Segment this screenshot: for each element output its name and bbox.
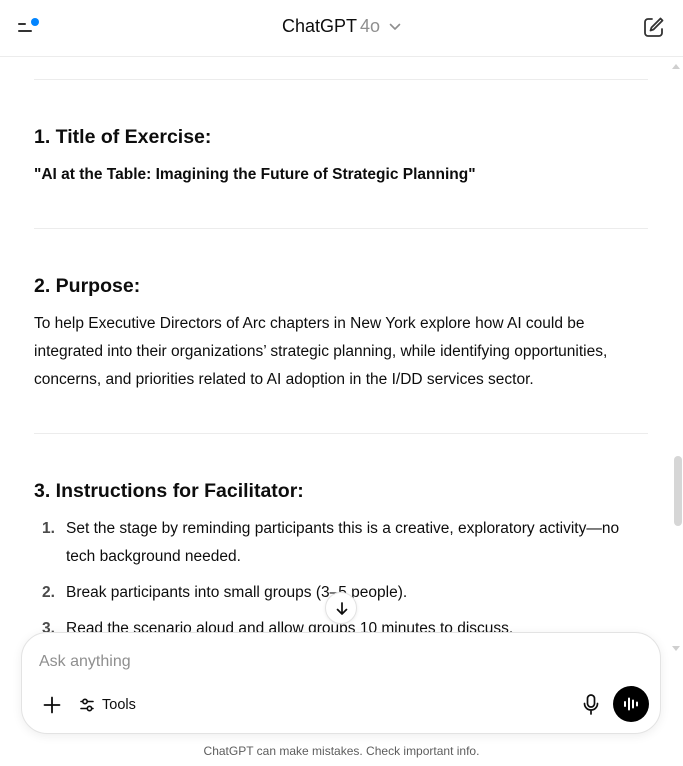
list-item-text: tech background needed. — [66, 548, 241, 565]
voice-mode-icon — [624, 697, 638, 711]
voice-mode-button[interactable] — [613, 686, 649, 722]
section-heading-title: 1. Title of Exercise: — [34, 126, 212, 148]
section-heading-purpose: 2. Purpose: — [34, 275, 141, 297]
composer: Tools — [21, 632, 661, 734]
purpose-line: integrated into their organizations’ str… — [34, 343, 608, 360]
chevron-down-icon — [389, 15, 401, 36]
tools-icon — [80, 698, 94, 712]
scrollbar-thumb[interactable] — [674, 456, 682, 526]
plus-icon — [43, 696, 61, 714]
new-chat-icon — [644, 17, 664, 37]
tools-button[interactable]: Tools — [78, 693, 136, 717]
chat-transcript[interactable]: 1. Title of Exercise: "AI at the Table: … — [0, 58, 683, 632]
disclaimer: ChatGPT can make mistakes. Check importa… — [203, 744, 480, 758]
purpose-line: To help Executive Directors of Arc chapt… — [34, 315, 585, 332]
scroll-up-arrow[interactable] — [672, 64, 680, 69]
exercise-title-quote: "AI at the Table: Imagining the Future o… — [34, 166, 476, 183]
list-item-text: Set the stage by reminding participants … — [66, 520, 620, 537]
model-selector[interactable]: ChatGPT 4o — [0, 16, 683, 37]
divider — [34, 228, 648, 229]
purpose-line: concerns, and priorities related to AI a… — [34, 371, 534, 388]
scroll-to-bottom-button[interactable] — [325, 592, 357, 624]
microphone-icon — [583, 694, 599, 715]
dictate-button[interactable] — [579, 692, 603, 718]
divider — [34, 79, 648, 80]
arrow-down-icon — [336, 602, 348, 615]
list-item-text: Read the scenario aloud and allow groups… — [66, 620, 514, 632]
model-name: ChatGPT — [281, 16, 357, 36]
model-version: 4o — [359, 16, 381, 36]
top-bar: ChatGPT 4o — [0, 0, 683, 57]
list-item-number: 3. — [42, 620, 55, 632]
new-chat-button[interactable] — [641, 14, 667, 40]
add-attachment-button[interactable] — [38, 691, 66, 719]
tools-label: Tools — [102, 697, 136, 713]
scroll-down-arrow[interactable] — [672, 646, 680, 651]
prompt-input[interactable] — [39, 651, 579, 673]
section-heading-instructions: 3. Instructions for Facilitator: — [34, 480, 304, 502]
list-item-number: 1. — [42, 520, 55, 537]
divider — [34, 433, 648, 434]
list-item-number: 2. — [42, 584, 55, 601]
